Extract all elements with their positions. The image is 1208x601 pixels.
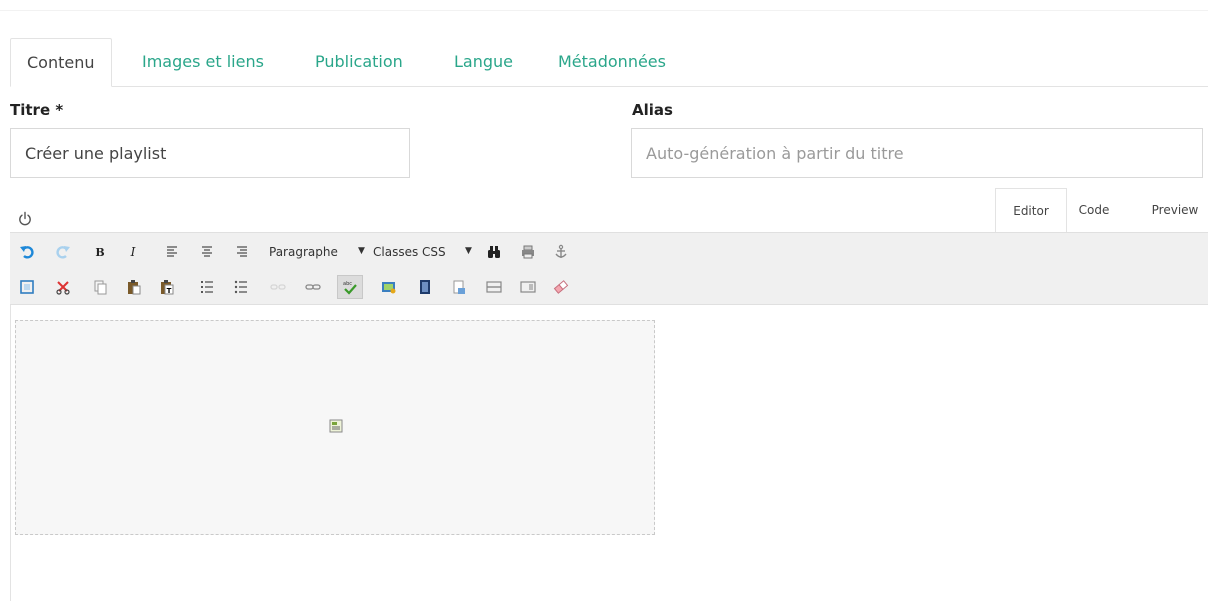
title-label: Titre * (10, 101, 64, 119)
format-select[interactable]: Paragraphe (269, 240, 355, 264)
tab-editor[interactable]: Editor (995, 188, 1067, 233)
paste-text-icon[interactable]: T (157, 277, 177, 297)
editor-toolbar: B I Paragraphe ▼ Classes CSS ▼ T abc (10, 232, 1208, 305)
format-dropdown-icon[interactable]: ▼ (358, 246, 365, 256)
alias-label: Alias (632, 101, 673, 119)
power-icon[interactable] (17, 211, 33, 227)
copy-icon[interactable] (90, 277, 110, 297)
tab-preview[interactable]: Preview (1145, 188, 1205, 233)
content-tabs: Contenu Images et liens Publication Lang… (10, 38, 1208, 87)
tab-publication[interactable]: Publication (315, 38, 403, 87)
spellcheck-icon[interactable]: abc (337, 275, 363, 299)
eraser-icon[interactable] (551, 277, 571, 297)
classes-dropdown-icon[interactable]: ▼ (465, 246, 472, 256)
cut-icon[interactable] (53, 277, 73, 297)
svg-text:abc: abc (343, 281, 352, 287)
align-center-icon[interactable] (197, 242, 217, 262)
tab-code[interactable]: Code (1075, 188, 1113, 233)
horizontal-rule-icon[interactable] (484, 277, 504, 297)
alias-input[interactable] (631, 128, 1203, 178)
undo-icon[interactable] (17, 242, 37, 262)
svg-text:T: T (167, 287, 172, 295)
bold-button[interactable]: B (90, 242, 110, 262)
print-icon[interactable] (518, 242, 538, 262)
redo-icon[interactable] (53, 242, 73, 262)
align-right-icon[interactable] (232, 242, 252, 262)
italic-button[interactable]: I (123, 242, 143, 262)
embedded-object-icon (328, 418, 344, 434)
template-icon[interactable] (449, 277, 469, 297)
bullet-list-icon[interactable] (231, 277, 251, 297)
binoculars-icon[interactable] (484, 242, 504, 262)
table-icon[interactable] (518, 277, 538, 297)
media-icon[interactable] (415, 277, 435, 297)
link-icon[interactable] (303, 277, 323, 297)
tab-contenu[interactable]: Contenu (10, 38, 112, 87)
paste-icon[interactable] (124, 277, 144, 297)
anchor-icon[interactable] (551, 242, 571, 262)
image-icon[interactable] (379, 277, 399, 297)
fullscreen-icon[interactable] (17, 277, 37, 297)
tab-images-et-liens[interactable]: Images et liens (142, 38, 264, 87)
unlink-icon[interactable] (268, 277, 288, 297)
title-input[interactable] (10, 128, 410, 178)
top-divider (0, 10, 1208, 11)
tab-langue[interactable]: Langue (454, 38, 513, 87)
numbered-list-icon[interactable] (197, 277, 217, 297)
classes-select[interactable]: Classes CSS (373, 240, 453, 264)
align-left-icon[interactable] (162, 242, 182, 262)
tab-metadonnees[interactable]: Métadonnées (558, 38, 666, 87)
